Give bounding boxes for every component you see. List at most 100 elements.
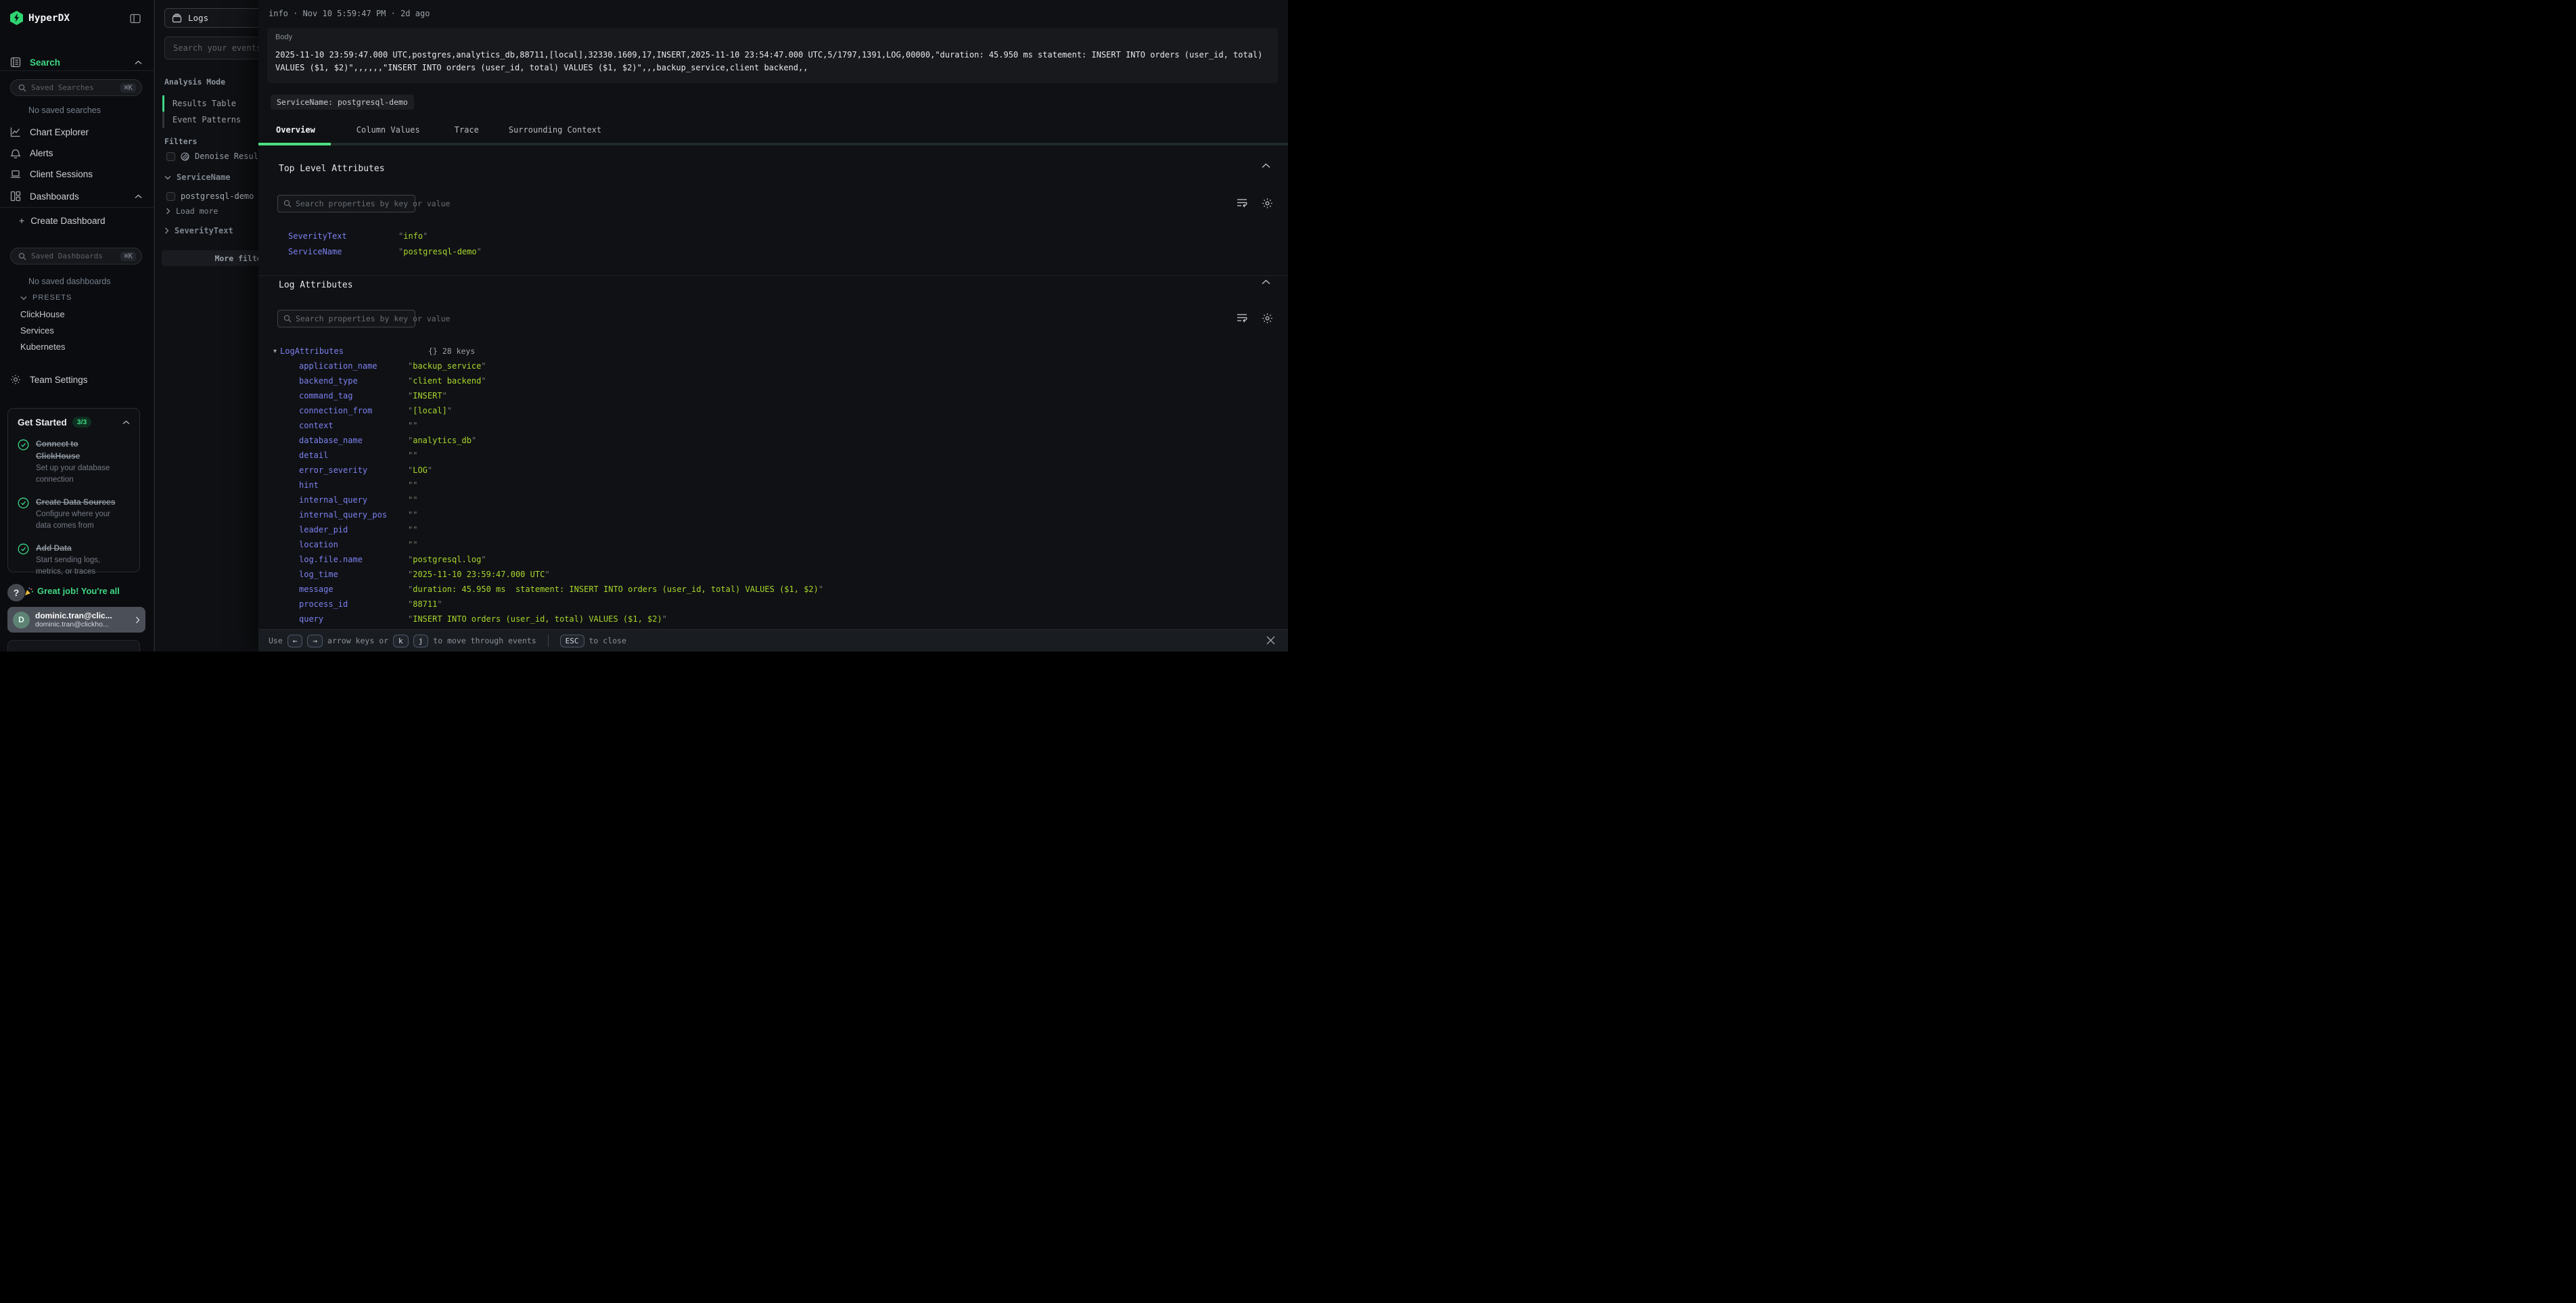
facet-servicename-header[interactable]: ServiceName: [164, 173, 230, 182]
body-line[interactable]: 2025-11-10 23:59:47.000 UTC,postgres,ana…: [275, 49, 1270, 62]
attribute-key[interactable]: process_id: [299, 599, 408, 609]
chevron-up-icon[interactable]: [1262, 163, 1270, 168]
load-more-row[interactable]: Load more: [166, 206, 218, 216]
attribute-value[interactable]: "88711": [408, 599, 442, 609]
attribute-key[interactable]: message: [299, 585, 408, 594]
tree-expand-icon[interactable]: ▾: [273, 348, 277, 355]
attribute-value[interactable]: "": [408, 510, 417, 520]
tab-trace[interactable]: Trace: [455, 125, 479, 135]
facet-value-label[interactable]: postgresql-demo: [181, 191, 254, 201]
close-icon[interactable]: [1266, 635, 1276, 645]
saved-searches-input[interactable]: Saved Searches ⌘K: [10, 79, 142, 96]
chevron-right-icon: [135, 616, 140, 624]
attribute-value[interactable]: "2025-11-10 23:59:47.000 UTC": [408, 570, 550, 579]
get-started-item[interactable]: Create Data Sources Configure where your…: [18, 496, 130, 532]
sidebar-item-chart-explorer[interactable]: Chart Explorer: [0, 123, 154, 141]
chevron-up-icon[interactable]: [135, 60, 142, 65]
attribute-value[interactable]: "duration: 45.950 ms statement: INSERT I…: [408, 585, 823, 594]
preset-clickhouse[interactable]: ClickHouse: [20, 309, 65, 319]
get-started-item[interactable]: Add Data Start sending logs, metrics, or…: [18, 542, 130, 578]
gear-icon[interactable]: [1262, 313, 1273, 324]
attribute-value[interactable]: "client backend": [408, 376, 486, 386]
attribute-value[interactable]: "": [408, 540, 417, 549]
mode-event-patterns[interactable]: Event Patterns: [172, 112, 241, 128]
footer-text: to move through events: [433, 636, 536, 645]
tab-surrounding-context[interactable]: Surrounding Context: [509, 125, 601, 135]
congrats-text: Great job! You're all: [37, 586, 120, 596]
attribute-row: error_severity"LOG": [299, 463, 823, 478]
attribute-key[interactable]: location: [299, 540, 408, 549]
denoise-label[interactable]: Denoise Results: [195, 152, 268, 161]
attribute-key[interactable]: internal_query_pos: [299, 510, 408, 520]
attribute-value[interactable]: "": [408, 495, 417, 505]
attribute-value[interactable]: "": [408, 525, 417, 534]
sidebar-item-client-sessions[interactable]: Client Sessions: [0, 165, 154, 183]
user-name: dominic.tran@clic...: [35, 611, 112, 620]
chevron-up-icon[interactable]: [135, 194, 142, 199]
create-dashboard-button[interactable]: + Create Dashboard: [19, 215, 106, 226]
chevron-up-icon[interactable]: [122, 420, 130, 425]
attribute-key[interactable]: query: [299, 614, 408, 624]
attribute-value[interactable]: "analytics_db": [408, 436, 476, 445]
attribute-key[interactable]: hint: [299, 480, 408, 490]
attribute-key[interactable]: database_name: [299, 436, 408, 445]
attribute-key[interactable]: log_time: [299, 570, 408, 579]
tab-underline-track: [258, 143, 1288, 145]
attribute-key[interactable]: context: [299, 421, 408, 430]
attribute-value[interactable]: "postgresql.log": [408, 555, 486, 564]
attribute-key[interactable]: leader_pid: [299, 525, 408, 534]
sidebar-item-team-settings[interactable]: Team Settings: [0, 371, 154, 388]
attribute-key[interactable]: error_severity: [299, 465, 408, 475]
attribute-key[interactable]: command_tag: [299, 391, 408, 401]
sidebar-item-dashboards[interactable]: Dashboards: [0, 187, 154, 205]
help-button[interactable]: ?: [7, 584, 25, 601]
sidebar-item-search[interactable]: Search: [0, 53, 154, 71]
attribute-value[interactable]: "postgresql-demo": [398, 247, 482, 256]
attribute-key[interactable]: log.file.name: [299, 555, 408, 564]
attribute-value[interactable]: "info": [398, 231, 428, 241]
service-name-tag[interactable]: ServiceName: postgresql-demo: [271, 95, 414, 110]
log-attrs-search-input[interactable]: Search properties by key or value: [277, 310, 415, 327]
event-body-box: Body 2025-11-10 23:59:47.000 UTC,postgre…: [267, 28, 1278, 83]
gear-icon[interactable]: [1262, 198, 1273, 209]
denoise-checkbox[interactable]: [166, 152, 175, 161]
facet-value-checkbox[interactable]: [166, 192, 175, 201]
attribute-key[interactable]: detail: [299, 451, 408, 460]
attribute-value[interactable]: "LOG": [408, 465, 432, 475]
sidebar-item-alerts[interactable]: Alerts: [0, 144, 154, 162]
saved-dashboards-input[interactable]: Saved Dashboards ⌘K: [10, 248, 142, 265]
attribute-key[interactable]: connection_from: [299, 406, 408, 415]
presets-toggle[interactable]: PRESETS: [20, 294, 72, 302]
body-line[interactable]: VALUES ($1, $2)",,,,,,"INSERT INTO order…: [275, 62, 1270, 74]
attribute-value[interactable]: "": [408, 451, 417, 460]
chevron-up-icon[interactable]: [1262, 279, 1270, 285]
tab-column-values[interactable]: Column Values: [356, 125, 420, 135]
attribute-key[interactable]: SeverityText: [288, 231, 398, 241]
source-label: Logs: [188, 13, 208, 23]
attribute-value[interactable]: "[local]": [408, 406, 452, 415]
attribute-key[interactable]: LogAttributes: [280, 346, 344, 356]
attribute-value[interactable]: "": [408, 480, 417, 490]
attribute-value[interactable]: "INSERT INTO orders (user_id, total) VAL…: [408, 614, 667, 624]
attribute-value[interactable]: "backup_service": [408, 361, 486, 371]
user-menu[interactable]: D dominic.tran@clic... dominic.tran@clic…: [7, 607, 145, 633]
wrap-lines-icon[interactable]: [1237, 313, 1248, 324]
attribute-value[interactable]: "": [408, 421, 417, 430]
top-attrs-search-input[interactable]: Search properties by key or value: [277, 195, 415, 212]
mode-results-table[interactable]: Results Table: [172, 95, 236, 112]
wrap-lines-icon[interactable]: [1237, 198, 1248, 209]
facet-severitytext-header[interactable]: SeverityText: [164, 226, 233, 235]
attribute-key[interactable]: backend_type: [299, 376, 408, 386]
brand[interactable]: HyperDX: [10, 11, 70, 25]
get-started-item[interactable]: Connect to ClickHouse Set up your databa…: [18, 438, 130, 486]
attribute-key[interactable]: ServiceName: [288, 247, 398, 256]
preset-services[interactable]: Services: [20, 325, 54, 336]
tab-overview[interactable]: Overview: [276, 125, 315, 135]
bell-icon: [10, 147, 22, 158]
preset-kubernetes[interactable]: Kubernetes: [20, 342, 66, 352]
attribute-key[interactable]: internal_query: [299, 495, 408, 505]
attribute-key[interactable]: application_name: [299, 361, 408, 371]
attribute-value[interactable]: "INSERT": [408, 391, 447, 401]
chevron-down-icon: [20, 296, 27, 300]
sidebar-collapse-icon[interactable]: [130, 14, 141, 24]
